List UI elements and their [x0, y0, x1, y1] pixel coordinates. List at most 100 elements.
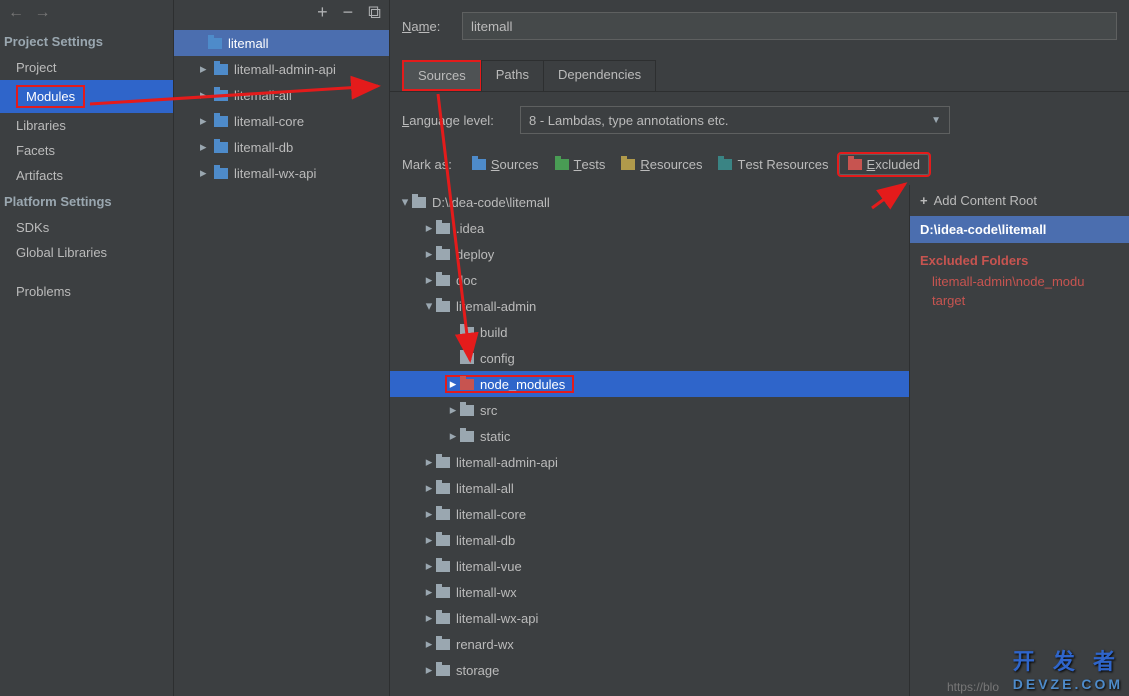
folder-icon [460, 353, 474, 364]
modules-toolbar: + − ⧉ [174, 0, 389, 28]
tree-item-doc[interactable]: ▸doc [390, 267, 909, 293]
add-module-icon[interactable]: + [317, 2, 328, 22]
tree-item-node-modules[interactable]: ▸node_modules [390, 371, 909, 397]
excluded-folder-item[interactable]: litemall-admin\node_modu [910, 272, 1129, 291]
tree-item-src[interactable]: ▸src [390, 397, 909, 423]
tree-item-litemall-admin[interactable]: ▾litemall-admin [390, 293, 909, 319]
tree-label: build [480, 325, 507, 340]
chevron-right-icon: ▸ [200, 139, 214, 155]
folder-icon [436, 249, 450, 260]
tree-item-db[interactable]: ▸ litemall-db [390, 527, 909, 553]
module-item[interactable]: ▸litemall-wx-api [174, 160, 389, 186]
content-root-path[interactable]: D:\idea-code\litemall [910, 216, 1129, 243]
module-item[interactable]: ▸ litemall-db [174, 134, 389, 160]
tree-label: litemall-wx [456, 585, 517, 600]
folder-icon [436, 639, 450, 650]
folder-icon [436, 457, 450, 468]
tree-item-admin-api[interactable]: ▸litemall-admin-api [390, 449, 909, 475]
folder-yellow-icon [621, 159, 635, 170]
mark-test-resources-button[interactable]: Test Resources [712, 155, 834, 174]
module-icon [214, 90, 228, 101]
sidebar-item-facets[interactable]: Facets [0, 138, 173, 163]
excluded-folder-item[interactable]: target [910, 291, 1129, 310]
sidebar-item-global-libraries[interactable]: Global Libraries [0, 240, 173, 265]
tree-item-wx[interactable]: ▸ litemall-wx [390, 579, 909, 605]
remove-module-icon[interactable]: − [343, 2, 354, 22]
tree-item-config[interactable]: config [390, 345, 909, 371]
annotation-highlight-modules: Modules [16, 85, 85, 108]
forward-arrow-icon[interactable]: → [34, 4, 50, 21]
sidebar-item-problems[interactable]: Problems [0, 279, 173, 304]
sidebar-item-artifacts[interactable]: Artifacts [0, 163, 173, 188]
tree-item-build[interactable]: build [390, 319, 909, 345]
chevron-right-icon: ▸ [200, 87, 214, 103]
module-name-input[interactable] [462, 12, 1117, 40]
module-item[interactable]: ▸litemall-admin-api [174, 56, 389, 82]
mark-resources-button[interactable]: Resources [615, 155, 708, 174]
tree-label: node_modules [480, 377, 565, 392]
tree-item-deploy[interactable]: ▸deploy [390, 241, 909, 267]
tree-item-static[interactable]: ▸static [390, 423, 909, 449]
language-level-value: 8 - Lambdas, type annotations etc. [529, 113, 728, 128]
module-item[interactable]: ▸ litemall-core [174, 108, 389, 134]
module-label: litemall [228, 36, 268, 51]
sidebar-item-modules[interactable]: Modules [0, 80, 173, 113]
folder-icon [460, 405, 474, 416]
sidebar-item-project[interactable]: Project [0, 55, 173, 80]
module-icon [214, 168, 228, 179]
module-tabs: Sources Paths Dependencies [402, 60, 1129, 91]
modules-list-panel: + − ⧉ litemall ▸litemall-admin-api▸litem… [174, 0, 390, 696]
copy-module-icon[interactable]: ⧉ [368, 2, 381, 22]
sidebar-item-libraries[interactable]: Libraries [0, 113, 173, 138]
content-roots-panel: +Add Content Root D:\idea-code\litemall … [909, 185, 1129, 696]
chevron-right-icon: ▸ [422, 246, 436, 262]
tree-item-vue[interactable]: ▸litemall-vue [390, 553, 909, 579]
chevron-right-icon: ▸ [422, 584, 436, 600]
chevron-right-icon: ▸ [446, 402, 460, 418]
tree-item-all[interactable]: ▸litemall-all [390, 475, 909, 501]
tree-item-wx-api[interactable]: ▸litemall-wx-api [390, 605, 909, 631]
folder-orange-icon [848, 159, 862, 170]
tree-label: litemall-db [456, 533, 515, 548]
add-content-root-button[interactable]: +Add Content Root [910, 185, 1129, 216]
tree-item-idea[interactable]: ▸.idea [390, 215, 909, 241]
tree-item-core[interactable]: ▸litemall-core [390, 501, 909, 527]
language-level-combo[interactable]: 8 - Lambdas, type annotations etc. ▼ [520, 106, 950, 134]
language-level-label: Language level: [402, 113, 520, 128]
tree-item-renard[interactable]: ▸renard-wx [390, 631, 909, 657]
chevron-right-icon: ▸ [422, 532, 436, 548]
module-root[interactable]: litemall [174, 30, 389, 56]
modules-tree: litemall ▸litemall-admin-api▸litemall-al… [174, 28, 389, 188]
mark-sources-button[interactable]: Sources [466, 155, 545, 174]
tree-label: storage [456, 663, 499, 678]
module-label: litemall-db [234, 140, 293, 155]
mark-tests-button[interactable]: Tests [549, 155, 612, 174]
mark-excluded-button[interactable]: Excluded [839, 154, 929, 175]
chevron-right-icon: ▸ [200, 113, 214, 129]
tree-label: litemall-vue [456, 559, 522, 574]
tree-item-storage[interactable]: ▸storage [390, 657, 909, 683]
tree-label: litemall-all [456, 481, 514, 496]
mark-as-label: Mark as: [402, 157, 452, 172]
tree-label: litemall-admin-api [456, 455, 558, 470]
back-arrow-icon[interactable]: ← [8, 4, 24, 21]
folder-icon [460, 327, 474, 338]
tree-root[interactable]: ▾D:\idea-code\litemall [390, 189, 909, 215]
folder-icon [436, 223, 450, 234]
chevron-down-icon: ▼ [931, 115, 941, 126]
folder-icon [436, 275, 450, 286]
tree-label: litemall-core [456, 507, 526, 522]
tab-dependencies[interactable]: Dependencies [543, 60, 656, 91]
module-icon [214, 64, 228, 75]
sidebar-item-sdks[interactable]: SDKs [0, 215, 173, 240]
chevron-right-icon: ▸ [446, 428, 460, 444]
chevron-right-icon: ▸ [422, 220, 436, 236]
tab-sources[interactable]: Sources [402, 60, 482, 91]
chevron-right-icon: ▸ [422, 636, 436, 652]
plus-icon: + [920, 193, 928, 208]
folder-icon [436, 535, 450, 546]
tab-paths[interactable]: Paths [481, 60, 544, 91]
module-label: litemall-core [234, 114, 304, 129]
tree-label: litemall-admin [456, 299, 536, 314]
module-item[interactable]: ▸litemall-all [174, 82, 389, 108]
